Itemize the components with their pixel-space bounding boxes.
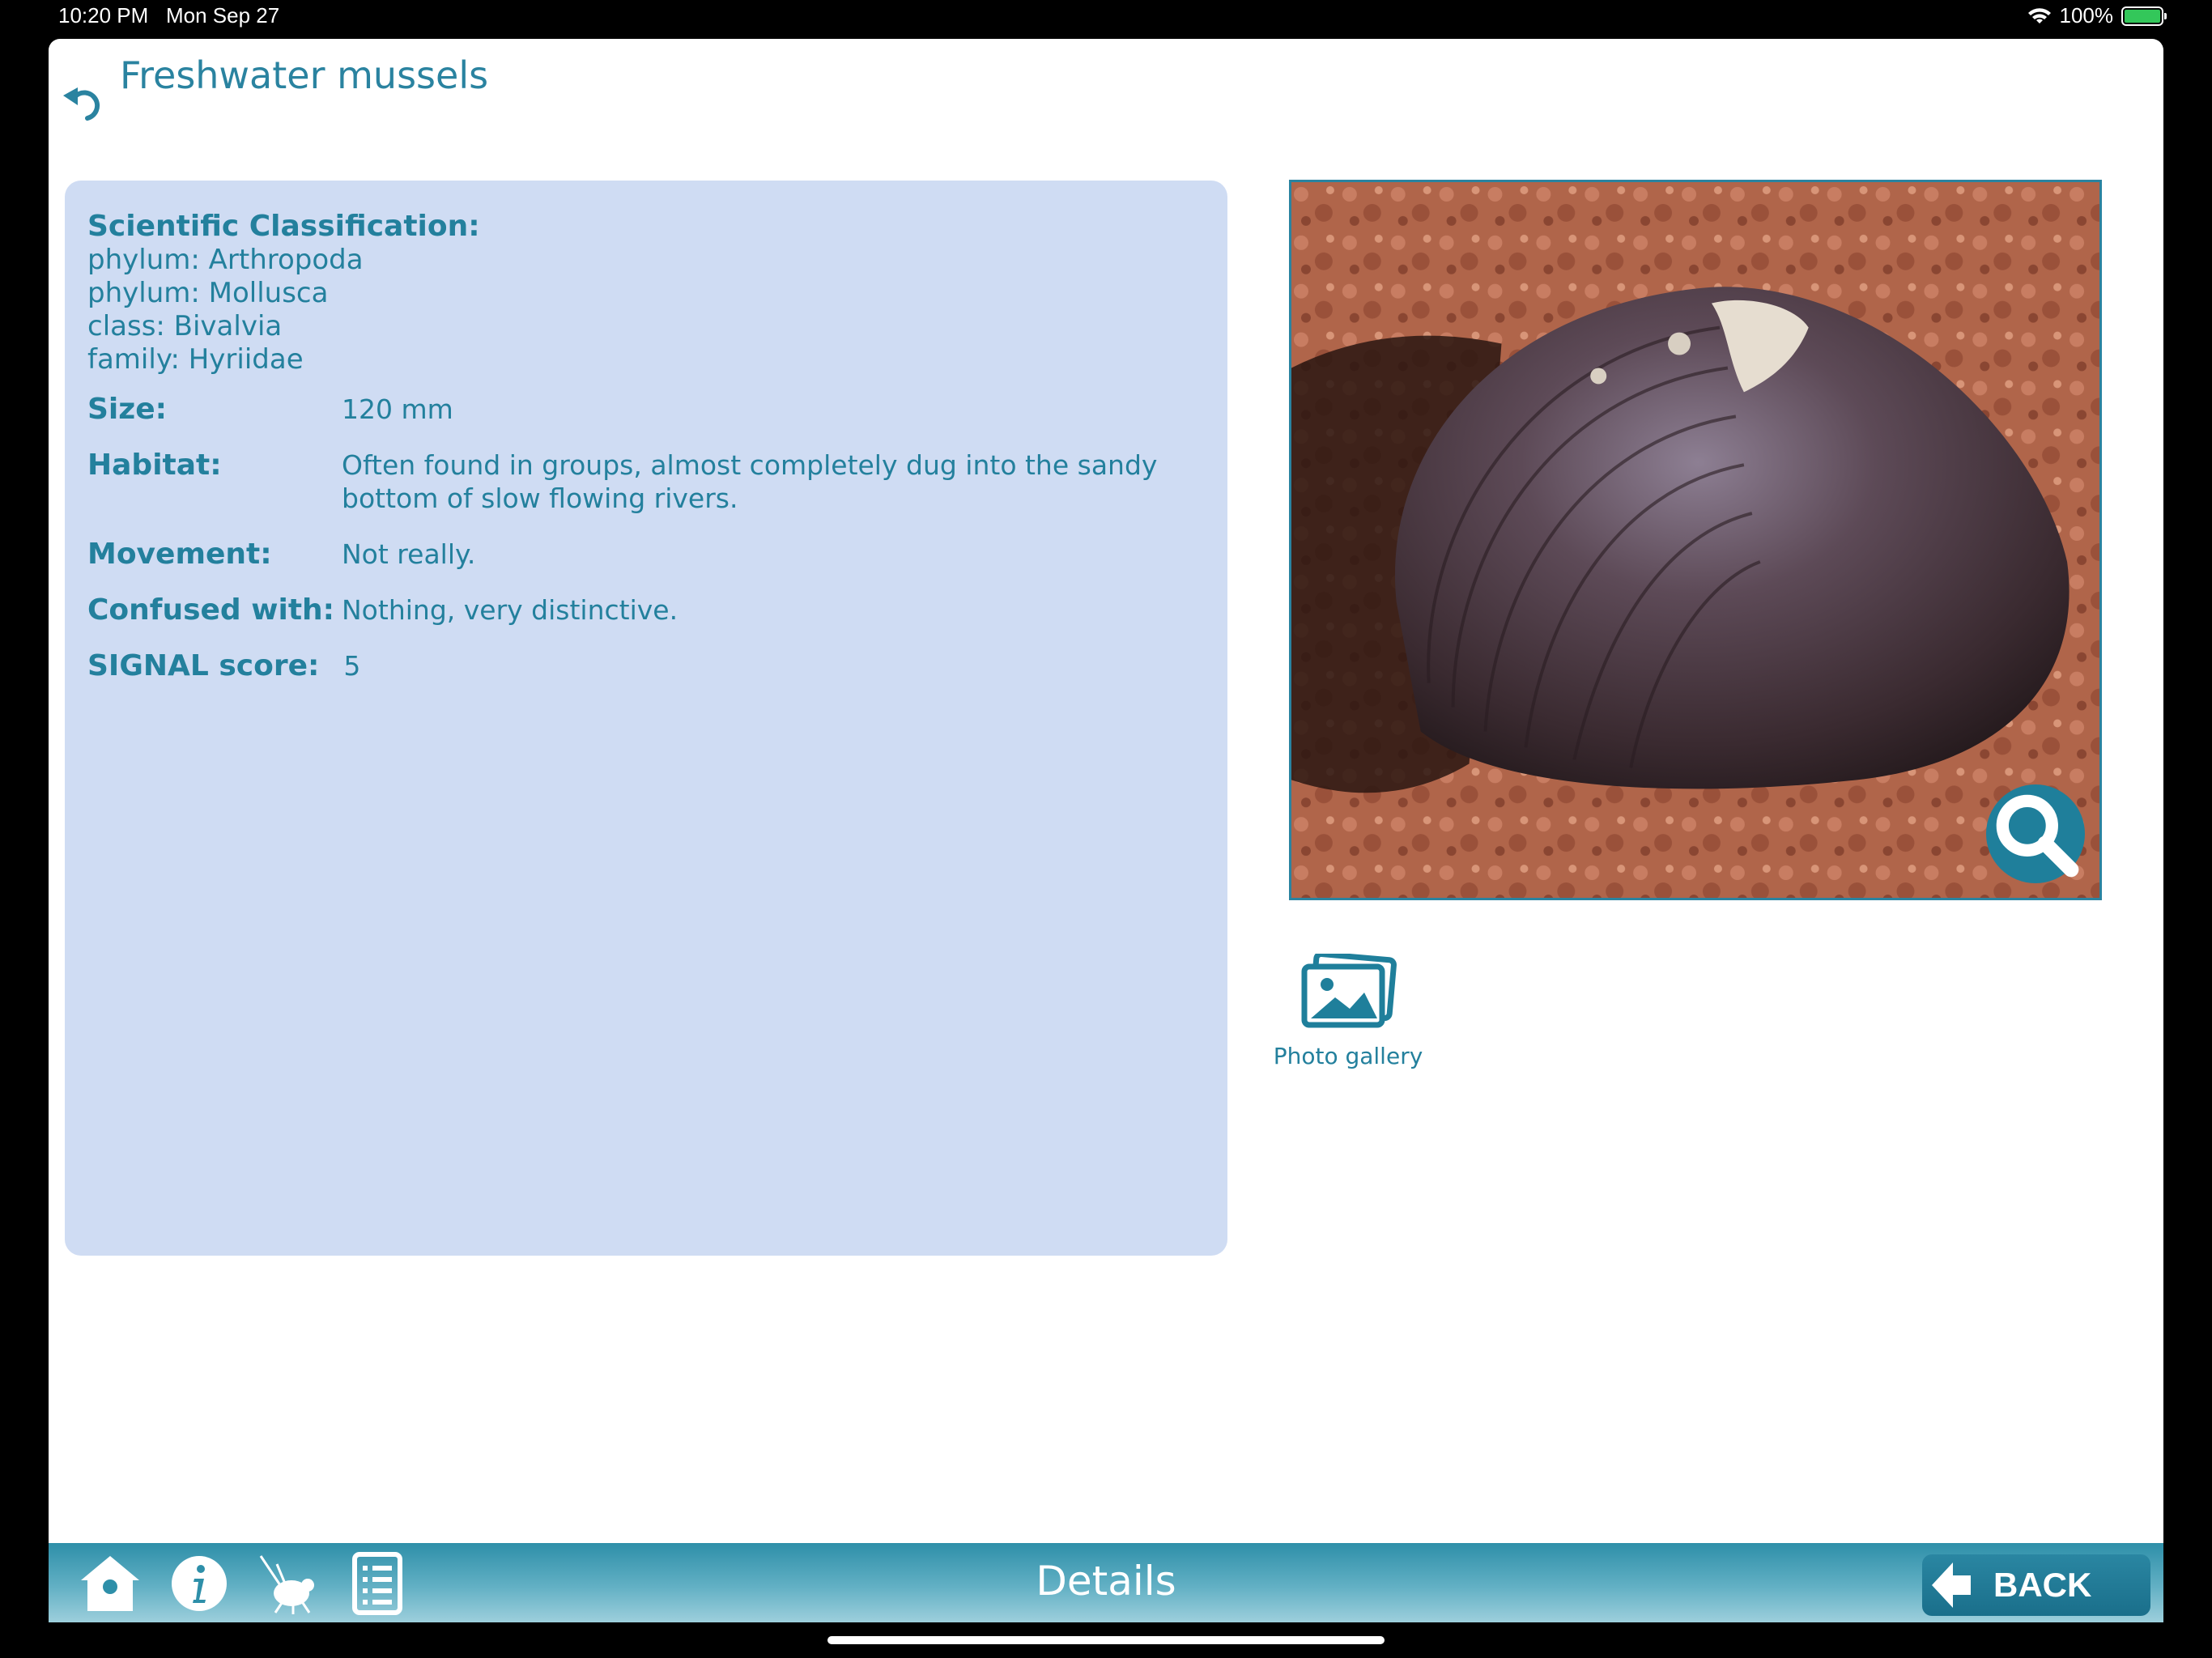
signal-value: 5 bbox=[343, 650, 361, 682]
clock: 10:20 PM bbox=[58, 3, 149, 28]
home-indicator[interactable] bbox=[827, 1636, 1385, 1644]
list-icon bbox=[352, 1552, 402, 1615]
classification-line: class: Bivalvia bbox=[87, 310, 283, 342]
mussel-image bbox=[1291, 182, 2099, 898]
home-icon bbox=[81, 1556, 139, 1611]
photo-gallery-button[interactable]: Photo gallery bbox=[1263, 954, 1433, 1069]
confused-row: Confused with: Nothing, very distinctive… bbox=[87, 593, 1205, 627]
app-window: Freshwater mussels Scientific Classifica… bbox=[49, 39, 2163, 1622]
bug-icon bbox=[259, 1555, 314, 1614]
confused-label: Confused with: bbox=[87, 593, 335, 627]
back-arrow-icon bbox=[1932, 1562, 1971, 1608]
classification-heading: Scientific Classification: bbox=[87, 210, 480, 243]
movement-value: Not really. bbox=[342, 538, 476, 570]
page-title: Freshwater mussels bbox=[120, 53, 489, 97]
battery-icon bbox=[2121, 6, 2167, 26]
battery-percent: 100% bbox=[2059, 3, 2114, 28]
classification-line: phylum: Mollusca bbox=[87, 277, 329, 309]
status-time: 10:20 PM Mon Sep 27 bbox=[58, 3, 279, 28]
photo-gallery-icon bbox=[1301, 954, 1397, 1028]
status-indicators: 100% bbox=[2027, 3, 2167, 28]
zoom-button[interactable] bbox=[1986, 784, 2085, 883]
bug-button[interactable] bbox=[253, 1551, 321, 1616]
date: Mon Sep 27 bbox=[165, 3, 280, 28]
size-row: Size: 120 mm bbox=[87, 393, 1205, 426]
photo-gallery-label: Photo gallery bbox=[1273, 1043, 1423, 1069]
back-label: BACK bbox=[1993, 1566, 2092, 1604]
info-icon bbox=[172, 1556, 227, 1611]
undo-icon bbox=[63, 87, 100, 121]
bottom-toolbar: Details BACK bbox=[49, 1543, 2163, 1622]
habitat-value: Often found in groups, almost completely… bbox=[342, 449, 1158, 514]
movement-row: Movement: Not really. bbox=[87, 538, 1205, 571]
classification-line: family: Hyriidae bbox=[87, 343, 304, 376]
mussel-photo[interactable] bbox=[1289, 180, 2102, 900]
info-panel: Scientific Classification: phylum: Arthr… bbox=[65, 181, 1227, 1256]
habitat-row: Habitat: Often found in groups, almost c… bbox=[87, 449, 1205, 515]
size-label: Size: bbox=[87, 393, 168, 426]
wifi-icon bbox=[2027, 7, 2051, 23]
home-button[interactable] bbox=[76, 1551, 144, 1616]
signal-row: SIGNAL score: 5 bbox=[87, 649, 1205, 682]
list-button[interactable] bbox=[343, 1551, 411, 1616]
status-bar: 10:20 PM Mon Sep 27 100% bbox=[0, 0, 2212, 37]
search-icon bbox=[1996, 794, 2079, 878]
undo-button[interactable] bbox=[60, 81, 105, 126]
size-value: 120 mm bbox=[342, 393, 453, 425]
habitat-label: Habitat: bbox=[87, 449, 222, 482]
back-button[interactable]: BACK bbox=[1922, 1554, 2150, 1616]
movement-label: Movement: bbox=[87, 538, 272, 571]
signal-label: SIGNAL score: bbox=[87, 649, 320, 682]
info-button[interactable] bbox=[165, 1551, 233, 1616]
classification-line: phylum: Arthropoda bbox=[87, 244, 364, 276]
confused-value: Nothing, very distinctive. bbox=[342, 594, 678, 626]
